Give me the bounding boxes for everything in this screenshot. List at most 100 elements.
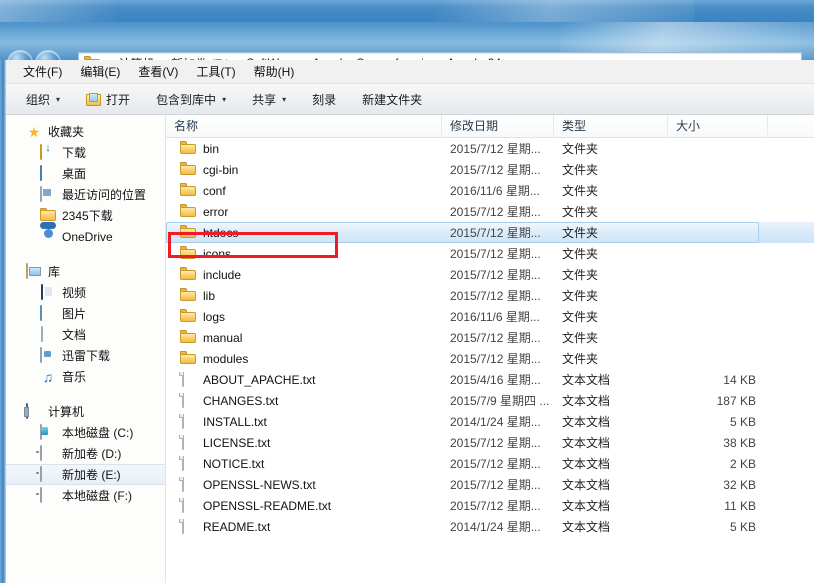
cell-date-modified: 2015/7/12 星期... — [450, 142, 541, 156]
cell-date-modified: 2016/11/6 星期... — [450, 184, 540, 198]
table-row[interactable]: CHANGES.txt 2015/7/9 星期四 ... 文本文档 187 KB — [166, 390, 814, 411]
file-name-label: CHANGES.txt — [203, 393, 279, 408]
cell-name: icons — [166, 246, 442, 261]
cell-type: 文件夹 — [562, 226, 599, 240]
drive-icon — [40, 444, 56, 462]
cell-type: 文件夹 — [562, 268, 599, 282]
new-folder-button[interactable]: 新建文件夹 — [354, 87, 430, 112]
sidebar-item-pictures[interactable]: 图片 — [6, 303, 165, 324]
table-row[interactable]: include 2015/7/12 星期... 文件夹 — [166, 264, 814, 285]
cell-date-modified: 2015/7/12 星期... — [450, 478, 541, 492]
sidebar-item-drive-f-label: 本地磁盘 (F:) — [62, 489, 132, 503]
table-row[interactable]: lib 2015/7/12 星期... 文件夹 — [166, 285, 814, 306]
sidebar-item-drive-e[interactable]: 新加卷 (E:) — [6, 464, 165, 485]
cell-type: 文件夹 — [562, 331, 599, 345]
drive-icon — [40, 486, 56, 504]
table-row[interactable]: LICENSE.txt 2015/7/12 星期... 文本文档 38 KB — [166, 432, 814, 453]
folder-icon — [180, 330, 196, 345]
sidebar-item-recent-places[interactable]: 最近访问的位置 — [6, 184, 165, 205]
navigation-pane: ★ 收藏夹 下载 桌面 最近访问的位置 — [6, 115, 166, 583]
title-bar-glass-right — [434, 0, 694, 22]
table-row[interactable]: error 2015/7/12 星期... 文件夹 — [166, 201, 814, 222]
cell-date-modified: 2014/1/24 星期... — [450, 415, 541, 429]
cell-date-modified: 2015/7/12 星期... — [450, 268, 541, 282]
menu-file[interactable]: 文件(F) — [14, 60, 71, 83]
sidebar-item-music[interactable]: ♫ 音乐 — [6, 366, 165, 387]
column-header-row: 名称 修改日期 类型 大小 — [166, 115, 814, 138]
file-name-label: manual — [203, 330, 243, 345]
include-in-library-button[interactable]: 包含到库中 ▾ — [148, 87, 234, 112]
table-row[interactable]: INSTALL.txt 2014/1/24 星期... 文本文档 5 KB — [166, 411, 814, 432]
table-row[interactable]: logs 2016/11/6 星期... 文件夹 — [166, 306, 814, 327]
sidebar-item-drive-c[interactable]: 本地磁盘 (C:) — [6, 422, 165, 443]
cell-size: 38 KB — [723, 435, 756, 450]
table-row[interactable]: cgi-bin 2015/7/12 星期... 文件夹 — [166, 159, 814, 180]
table-row[interactable]: README.txt 2014/1/24 星期... 文本文档 5 KB — [166, 516, 814, 537]
folder-icon — [180, 246, 196, 261]
table-row[interactable]: icons 2015/7/12 星期... 文件夹 — [166, 243, 814, 264]
chevron-down-icon: ▾ — [56, 94, 61, 104]
cell-name: modules — [166, 351, 442, 366]
table-row[interactable]: htdocs 2015/7/12 星期... 文件夹 — [166, 222, 814, 243]
sidebar-item-drive-f[interactable]: 本地磁盘 (F:) — [6, 485, 165, 506]
file-name-label: ABOUT_APACHE.txt — [203, 372, 316, 387]
table-row[interactable]: ABOUT_APACHE.txt 2015/4/16 星期... 文本文档 14 KB — [166, 369, 814, 390]
table-row[interactable]: conf 2016/11/6 星期... 文件夹 — [166, 180, 814, 201]
sidebar-item-videos[interactable]: 视频 — [6, 282, 165, 303]
sidebar-item-xunlei-download[interactable]: 迅雷下载 — [6, 345, 165, 366]
sidebar-item-music-label: 音乐 — [62, 370, 87, 384]
text-file-icon — [180, 519, 196, 534]
cell-name: ABOUT_APACHE.txt — [166, 372, 442, 387]
cell-name: LICENSE.txt — [166, 435, 442, 450]
organize-button[interactable]: 组织 ▾ — [18, 87, 68, 112]
chevron-down-icon: ▾ — [282, 94, 287, 104]
column-header-type[interactable]: 类型 — [554, 115, 668, 138]
sidebar-header-libraries[interactable]: 库 — [6, 261, 165, 282]
sidebar-header-computer[interactable]: 计算机 — [6, 401, 165, 422]
sidebar-item-recent-places-label: 最近访问的位置 — [62, 188, 147, 202]
sidebar-item-2345download[interactable]: 2345下载 — [6, 205, 165, 226]
menu-bar: 文件(F) 编辑(E) 查看(V) 工具(T) 帮助(H) — [6, 60, 814, 84]
folder-icon — [180, 267, 196, 282]
menu-edit[interactable]: 编辑(E) — [71, 60, 129, 83]
cell-type: 文件夹 — [562, 205, 599, 219]
table-row[interactable]: NOTICE.txt 2015/7/12 星期... 文本文档 2 KB — [166, 453, 814, 474]
table-row[interactable]: bin 2015/7/12 星期... 文件夹 — [166, 138, 814, 159]
sidebar-header-favorites-label: 收藏夹 — [48, 125, 85, 139]
menu-view[interactable]: 查看(V) — [129, 60, 187, 83]
table-row[interactable]: manual 2015/7/12 星期... 文件夹 — [166, 327, 814, 348]
menu-help[interactable]: 帮助(H) — [245, 60, 304, 83]
sidebar-item-desktop[interactable]: 桌面 — [6, 163, 165, 184]
share-button[interactable]: 共享 ▾ — [244, 87, 294, 112]
folder-icon — [180, 225, 196, 240]
column-header-name[interactable]: 名称 — [166, 115, 442, 138]
column-header-size[interactable]: 大小 — [668, 115, 768, 138]
folder-icon — [180, 288, 196, 303]
open-button[interactable]: 打开 — [78, 87, 138, 112]
burn-label: 刻录 — [312, 92, 337, 107]
xunlei-icon — [40, 346, 56, 364]
star-icon: ★ — [27, 123, 41, 140]
column-header-date-modified[interactable]: 修改日期 — [442, 115, 554, 138]
cell-name: cgi-bin — [166, 162, 442, 177]
sidebar-item-documents[interactable]: 文档 — [6, 324, 165, 345]
sidebar-item-drive-e-label: 新加卷 (E:) — [62, 468, 121, 482]
cell-name: README.txt — [166, 519, 442, 534]
cell-date-modified: 2015/7/12 星期... — [450, 331, 541, 345]
cloud-icon — [40, 229, 56, 245]
sidebar-item-downloads[interactable]: 下载 — [6, 142, 165, 163]
burn-button[interactable]: 刻录 — [304, 87, 344, 112]
table-row[interactable]: OPENSSL-NEWS.txt 2015/7/12 星期... 文本文档 32 KB — [166, 474, 814, 495]
table-row[interactable]: OPENSSL-README.txt 2015/7/12 星期... 文本文档 11 … — [166, 495, 814, 516]
sidebar-header-favorites[interactable]: ★ 收藏夹 — [6, 121, 165, 142]
sidebar-item-drive-d[interactable]: 新加卷 (D:) — [6, 443, 165, 464]
cell-date-modified: 2015/7/12 星期... — [450, 247, 541, 261]
cell-name: INSTALL.txt — [166, 414, 442, 429]
file-name-label: OPENSSL-NEWS.txt — [203, 477, 316, 492]
cell-type: 文件夹 — [562, 247, 599, 261]
cell-type: 文本文档 — [562, 520, 611, 534]
menu-tools[interactable]: 工具(T) — [187, 60, 244, 83]
sidebar-item-onedrive[interactable]: OneDrive — [6, 226, 165, 247]
table-row[interactable]: modules 2015/7/12 星期... 文件夹 — [166, 348, 814, 369]
cell-name: htdocs — [166, 225, 442, 240]
